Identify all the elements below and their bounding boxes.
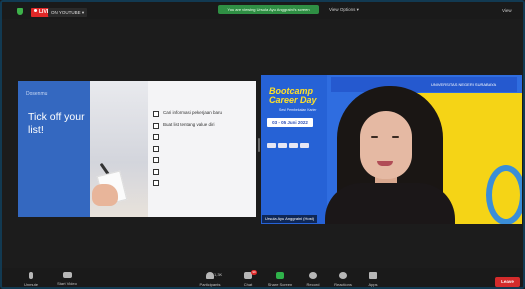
event-header-strip: UNIVERSITAS NEGERI SURABAYA bbox=[331, 77, 517, 92]
unmute-label: Unmute bbox=[23, 282, 38, 287]
reactions-button[interactable]: Reactions bbox=[326, 272, 360, 287]
record-label: Record bbox=[306, 282, 320, 287]
shield-icon[interactable] bbox=[17, 8, 23, 15]
checkbox-icon bbox=[153, 180, 159, 186]
leave-button[interactable]: Leave bbox=[495, 277, 520, 287]
checkbox-icon bbox=[153, 168, 159, 175]
checkbox-icon bbox=[153, 157, 159, 163]
sponsor-logos bbox=[267, 135, 317, 148]
hand-image bbox=[92, 184, 118, 206]
start-video-label: Start Video bbox=[57, 281, 77, 286]
checkbox-icon bbox=[153, 134, 159, 140]
shared-screen-slide: Dosenmu Tick off your list! Cari informa… bbox=[18, 81, 256, 217]
participant-name-tag: Ursula Ayu Anggraini (Host) bbox=[262, 215, 318, 223]
sponsor-logo bbox=[278, 143, 287, 148]
chat-label: Chat bbox=[243, 282, 253, 287]
reactions-label: Reactions bbox=[334, 282, 352, 287]
zoom-meeting-window: LIVE ON YOUTUBE ▾ You are viewing Ursula… bbox=[0, 0, 525, 289]
view-button[interactable]: View bbox=[499, 7, 515, 15]
microphone-muted-icon bbox=[29, 272, 33, 279]
start-video-button[interactable]: Start Video bbox=[50, 272, 84, 286]
apps-icon bbox=[369, 272, 377, 279]
chat-unread-badge: 99 bbox=[251, 270, 257, 275]
decorative-swirl bbox=[486, 165, 522, 224]
speaker-eye bbox=[371, 136, 378, 138]
screen-share-banner: You are viewing Ursula Ayu Anggraini's s… bbox=[218, 5, 319, 14]
speaker-body bbox=[325, 183, 455, 224]
sponsor-logo bbox=[289, 143, 298, 148]
participants-icon bbox=[206, 272, 214, 279]
event-subtitle: Sesi Pembekalan Karier bbox=[279, 108, 317, 112]
view-options-dropdown[interactable]: View Options ▾ bbox=[329, 6, 359, 14]
checklist-text: Buat list tentang value diri bbox=[163, 121, 215, 127]
apps-label: Apps bbox=[368, 282, 378, 287]
record-button[interactable]: Record bbox=[296, 272, 330, 287]
event-title: Bootcamp Career Day bbox=[269, 86, 317, 105]
speaker-eye bbox=[392, 136, 399, 138]
stream-destination-dropdown[interactable]: ON YOUTUBE ▾ bbox=[48, 8, 88, 17]
share-screen-button[interactable]: Share Screen bbox=[263, 272, 297, 287]
slide-title-panel: Dosenmu Tick off your list! bbox=[18, 81, 90, 217]
top-bar: LIVE ON YOUTUBE ▾ You are viewing Ursula… bbox=[2, 2, 523, 19]
event-date: 03 - 05 Juni 2022 bbox=[267, 118, 313, 127]
sponsor-logo bbox=[300, 143, 309, 148]
participants-button[interactable]: 1,3K Participants bbox=[193, 272, 227, 287]
share-screen-icon bbox=[276, 272, 284, 279]
participant-video-tile[interactable]: UNIVERSITAS NEGERI SURABAYA Bootcamp Car… bbox=[261, 75, 522, 224]
apps-button[interactable]: Apps bbox=[356, 272, 390, 287]
event-header-text: UNIVERSITAS NEGERI SURABAYA bbox=[431, 82, 497, 87]
meeting-controls-toolbar: Unmute Start Video 1,3K Participants 99 … bbox=[2, 268, 523, 287]
checkbox-icon bbox=[153, 145, 159, 152]
slide-title: Tick off your list! bbox=[28, 111, 85, 136]
sponsor-logo bbox=[267, 143, 276, 148]
participants-label: Participants bbox=[199, 282, 221, 287]
checkbox-icon bbox=[153, 111, 159, 117]
checkbox-icon bbox=[153, 122, 159, 129]
participants-count: 1,3K bbox=[214, 272, 223, 277]
slide-brand: Dosenmu bbox=[26, 91, 48, 97]
unmute-button[interactable]: Unmute bbox=[14, 272, 48, 287]
live-dot-icon bbox=[34, 9, 37, 12]
checklist-text: Cari informasi pekerjaan baru bbox=[163, 110, 223, 115]
layout-splitter-handle[interactable] bbox=[258, 138, 260, 152]
record-icon bbox=[309, 272, 317, 279]
speaker-face bbox=[360, 111, 412, 179]
chat-button[interactable]: 99 Chat bbox=[231, 270, 265, 287]
video-off-icon bbox=[62, 272, 72, 278]
reactions-icon bbox=[339, 272, 347, 279]
speaker-mouth bbox=[377, 161, 393, 166]
share-screen-label: Share Screen bbox=[267, 282, 293, 287]
